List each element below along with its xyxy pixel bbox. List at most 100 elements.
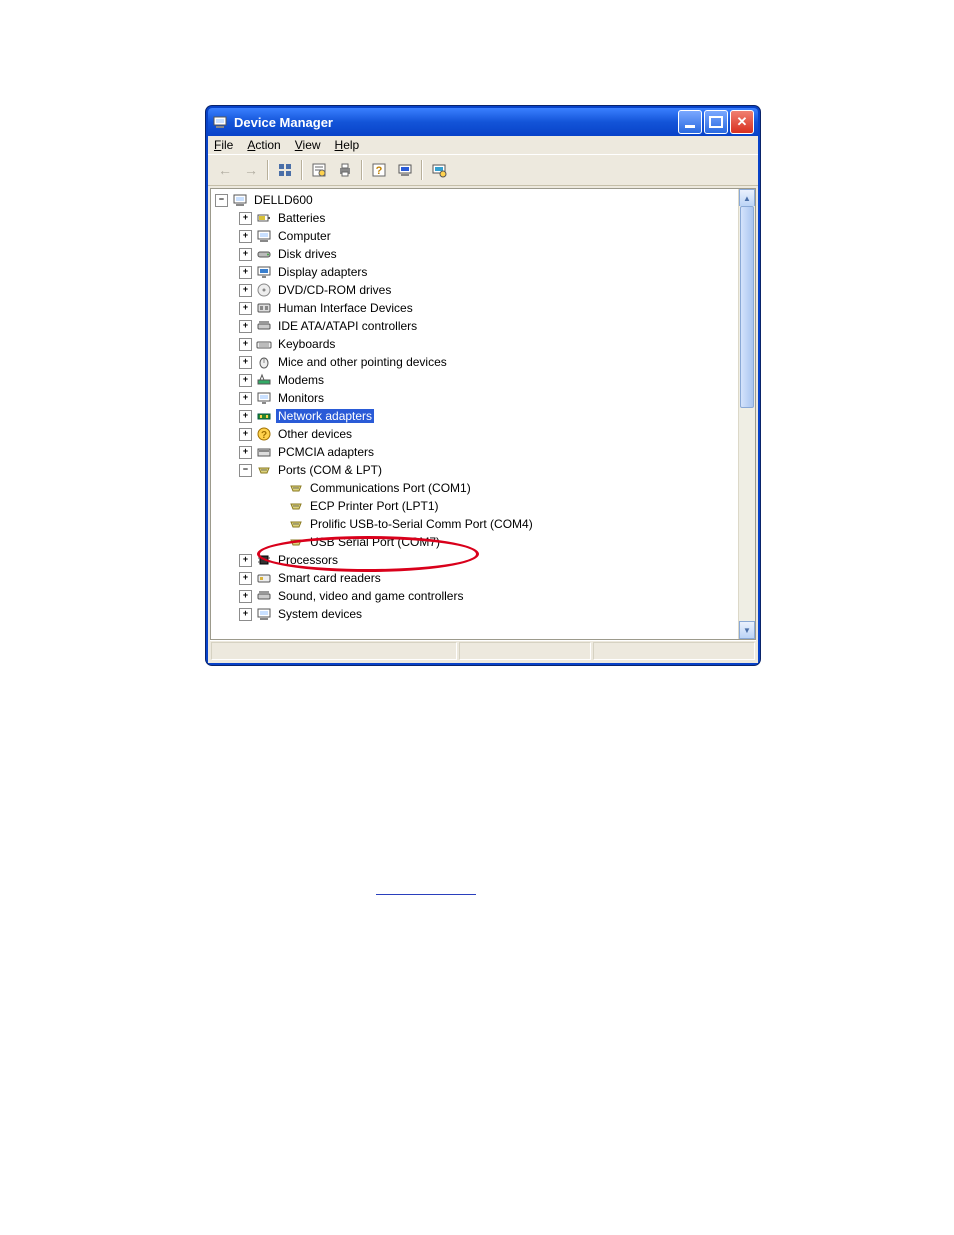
expand-toggle[interactable]: +: [239, 212, 252, 225]
expand-toggle[interactable]: +: [239, 230, 252, 243]
device-icon: [256, 228, 272, 244]
expand-toggle[interactable]: +: [239, 284, 252, 297]
tree-node[interactable]: + Human Interface Devices: [211, 299, 739, 317]
help-button[interactable]: ?: [367, 159, 391, 181]
properties-icon: [311, 162, 327, 178]
tree-node[interactable]: +DVD/CD-ROM drives: [211, 281, 739, 299]
tree-node[interactable]: +Disk drives: [211, 245, 739, 263]
scroll-down-button[interactable]: ▼: [739, 621, 755, 639]
tree-node[interactable]: + Monitors: [211, 389, 739, 407]
device-tree-panel: −DELLD600+Batteries+Computer+Disk drives…: [210, 188, 756, 640]
collapse-toggle[interactable]: −: [215, 194, 228, 207]
device-manager-window: Device Manager ✕ File Action View Help ←…: [206, 106, 760, 665]
menu-file[interactable]: File: [214, 138, 233, 152]
separator: [421, 160, 423, 180]
separator: [301, 160, 303, 180]
print-button[interactable]: [333, 159, 357, 181]
app-icon: [212, 114, 228, 130]
help-icon: ?: [371, 162, 387, 178]
titlebar[interactable]: Device Manager ✕: [208, 108, 758, 136]
vertical-scrollbar[interactable]: ▲ ▼: [738, 189, 755, 639]
tree-node[interactable]: USB Serial Port (COM7): [211, 533, 739, 551]
tree-node-label: PCMCIA adapters: [276, 445, 376, 459]
expand-toggle[interactable]: +: [239, 266, 252, 279]
expand-toggle[interactable]: +: [239, 356, 252, 369]
tree-node[interactable]: +Modems: [211, 371, 739, 389]
tree-node[interactable]: +?Other devices: [211, 425, 739, 443]
tree-node[interactable]: +IDE ATA/ATAPI controllers: [211, 317, 739, 335]
extra-button[interactable]: [427, 159, 451, 181]
menu-action[interactable]: Action: [247, 138, 280, 152]
tree-node[interactable]: ECP Printer Port (LPT1): [211, 497, 739, 515]
scan-button[interactable]: [393, 159, 417, 181]
tree-node[interactable]: +Sound, video and game controllers: [211, 587, 739, 605]
maximize-button[interactable]: [704, 110, 728, 134]
view-button[interactable]: [273, 159, 297, 181]
scrollbar-thumb[interactable]: [740, 206, 754, 408]
tree-node[interactable]: +Keyboards: [211, 335, 739, 353]
expand-toggle[interactable]: +: [239, 446, 252, 459]
expand-toggle[interactable]: +: [239, 392, 252, 405]
tree-root[interactable]: − DELLD600: [211, 191, 739, 209]
expand-toggle[interactable]: +: [239, 428, 252, 441]
expand-toggle[interactable]: +: [239, 320, 252, 333]
scrollbar-track[interactable]: [739, 206, 755, 622]
chevron-up-icon: ▲: [743, 194, 751, 203]
expand-toggle[interactable]: +: [239, 554, 252, 567]
device-icon: [256, 210, 272, 226]
close-button[interactable]: ✕: [730, 110, 754, 134]
toolbar: ← → ?: [208, 154, 758, 186]
tree-node[interactable]: − Ports (COM & LPT): [211, 461, 739, 479]
expand-toggle[interactable]: +: [239, 338, 252, 351]
view-icon: [277, 162, 293, 178]
expand-toggle[interactable]: +: [239, 410, 252, 423]
back-button[interactable]: ←: [213, 159, 237, 181]
tree-node[interactable]: + Mice and other pointing devices: [211, 353, 739, 371]
tree-node[interactable]: Communications Port (COM1): [211, 479, 739, 497]
chevron-down-icon: ▼: [743, 626, 751, 635]
tree-node-label: Mice and other pointing devices: [276, 355, 449, 369]
status-bar: [210, 640, 756, 661]
tree-node[interactable]: +Computer: [211, 227, 739, 245]
tree-node-label: System devices: [276, 607, 364, 621]
device-tree[interactable]: −DELLD600+Batteries+Computer+Disk drives…: [211, 189, 739, 639]
tree-node-label: DELLD600: [252, 193, 315, 207]
device-icon: [288, 498, 304, 514]
expand-toggle[interactable]: +: [239, 608, 252, 621]
tree-node-label: Monitors: [276, 391, 326, 405]
forward-button[interactable]: →: [239, 159, 263, 181]
tree-node[interactable]: + Display adapters: [211, 263, 739, 281]
tree-node[interactable]: + Batteries: [211, 209, 739, 227]
tree-node[interactable]: + PCMCIA adapters: [211, 443, 739, 461]
tree-node[interactable]: + System devices: [211, 605, 739, 623]
tree-node-label: ECP Printer Port (LPT1): [308, 499, 440, 513]
device-icon: [256, 606, 272, 622]
scroll-up-button[interactable]: ▲: [739, 189, 755, 207]
collapse-toggle[interactable]: −: [239, 464, 252, 477]
tree-node[interactable]: +Smart card readers: [211, 569, 739, 587]
device-icon: [256, 372, 272, 388]
tree-node[interactable]: Prolific USB-to-Serial Comm Port (COM4): [211, 515, 739, 533]
back-arrow-icon: ←: [218, 162, 232, 178]
tree-node-label: Human Interface Devices: [276, 301, 415, 315]
tree-node[interactable]: +Processors: [211, 551, 739, 569]
tree-node-label: Communications Port (COM1): [308, 481, 473, 495]
expand-toggle[interactable]: +: [239, 374, 252, 387]
expand-toggle[interactable]: +: [239, 572, 252, 585]
expand-toggle[interactable]: +: [239, 248, 252, 261]
expand-toggle[interactable]: +: [239, 590, 252, 603]
properties-button[interactable]: [307, 159, 331, 181]
annotation-underline: [376, 894, 476, 895]
minimize-button[interactable]: [678, 110, 702, 134]
window-title: Device Manager: [234, 115, 678, 130]
expand-toggle[interactable]: +: [239, 302, 252, 315]
tree-node-label: Display adapters: [276, 265, 369, 279]
device-icon: [288, 480, 304, 496]
status-pane: [211, 642, 457, 660]
device-icon: [256, 444, 272, 460]
menu-view[interactable]: View: [295, 138, 321, 152]
tree-node[interactable]: +Network adapters: [211, 407, 739, 425]
menu-help[interactable]: Help: [335, 138, 360, 152]
tree-node-label: Ports (COM & LPT): [276, 463, 384, 477]
tree-node-label: Batteries: [276, 211, 327, 225]
